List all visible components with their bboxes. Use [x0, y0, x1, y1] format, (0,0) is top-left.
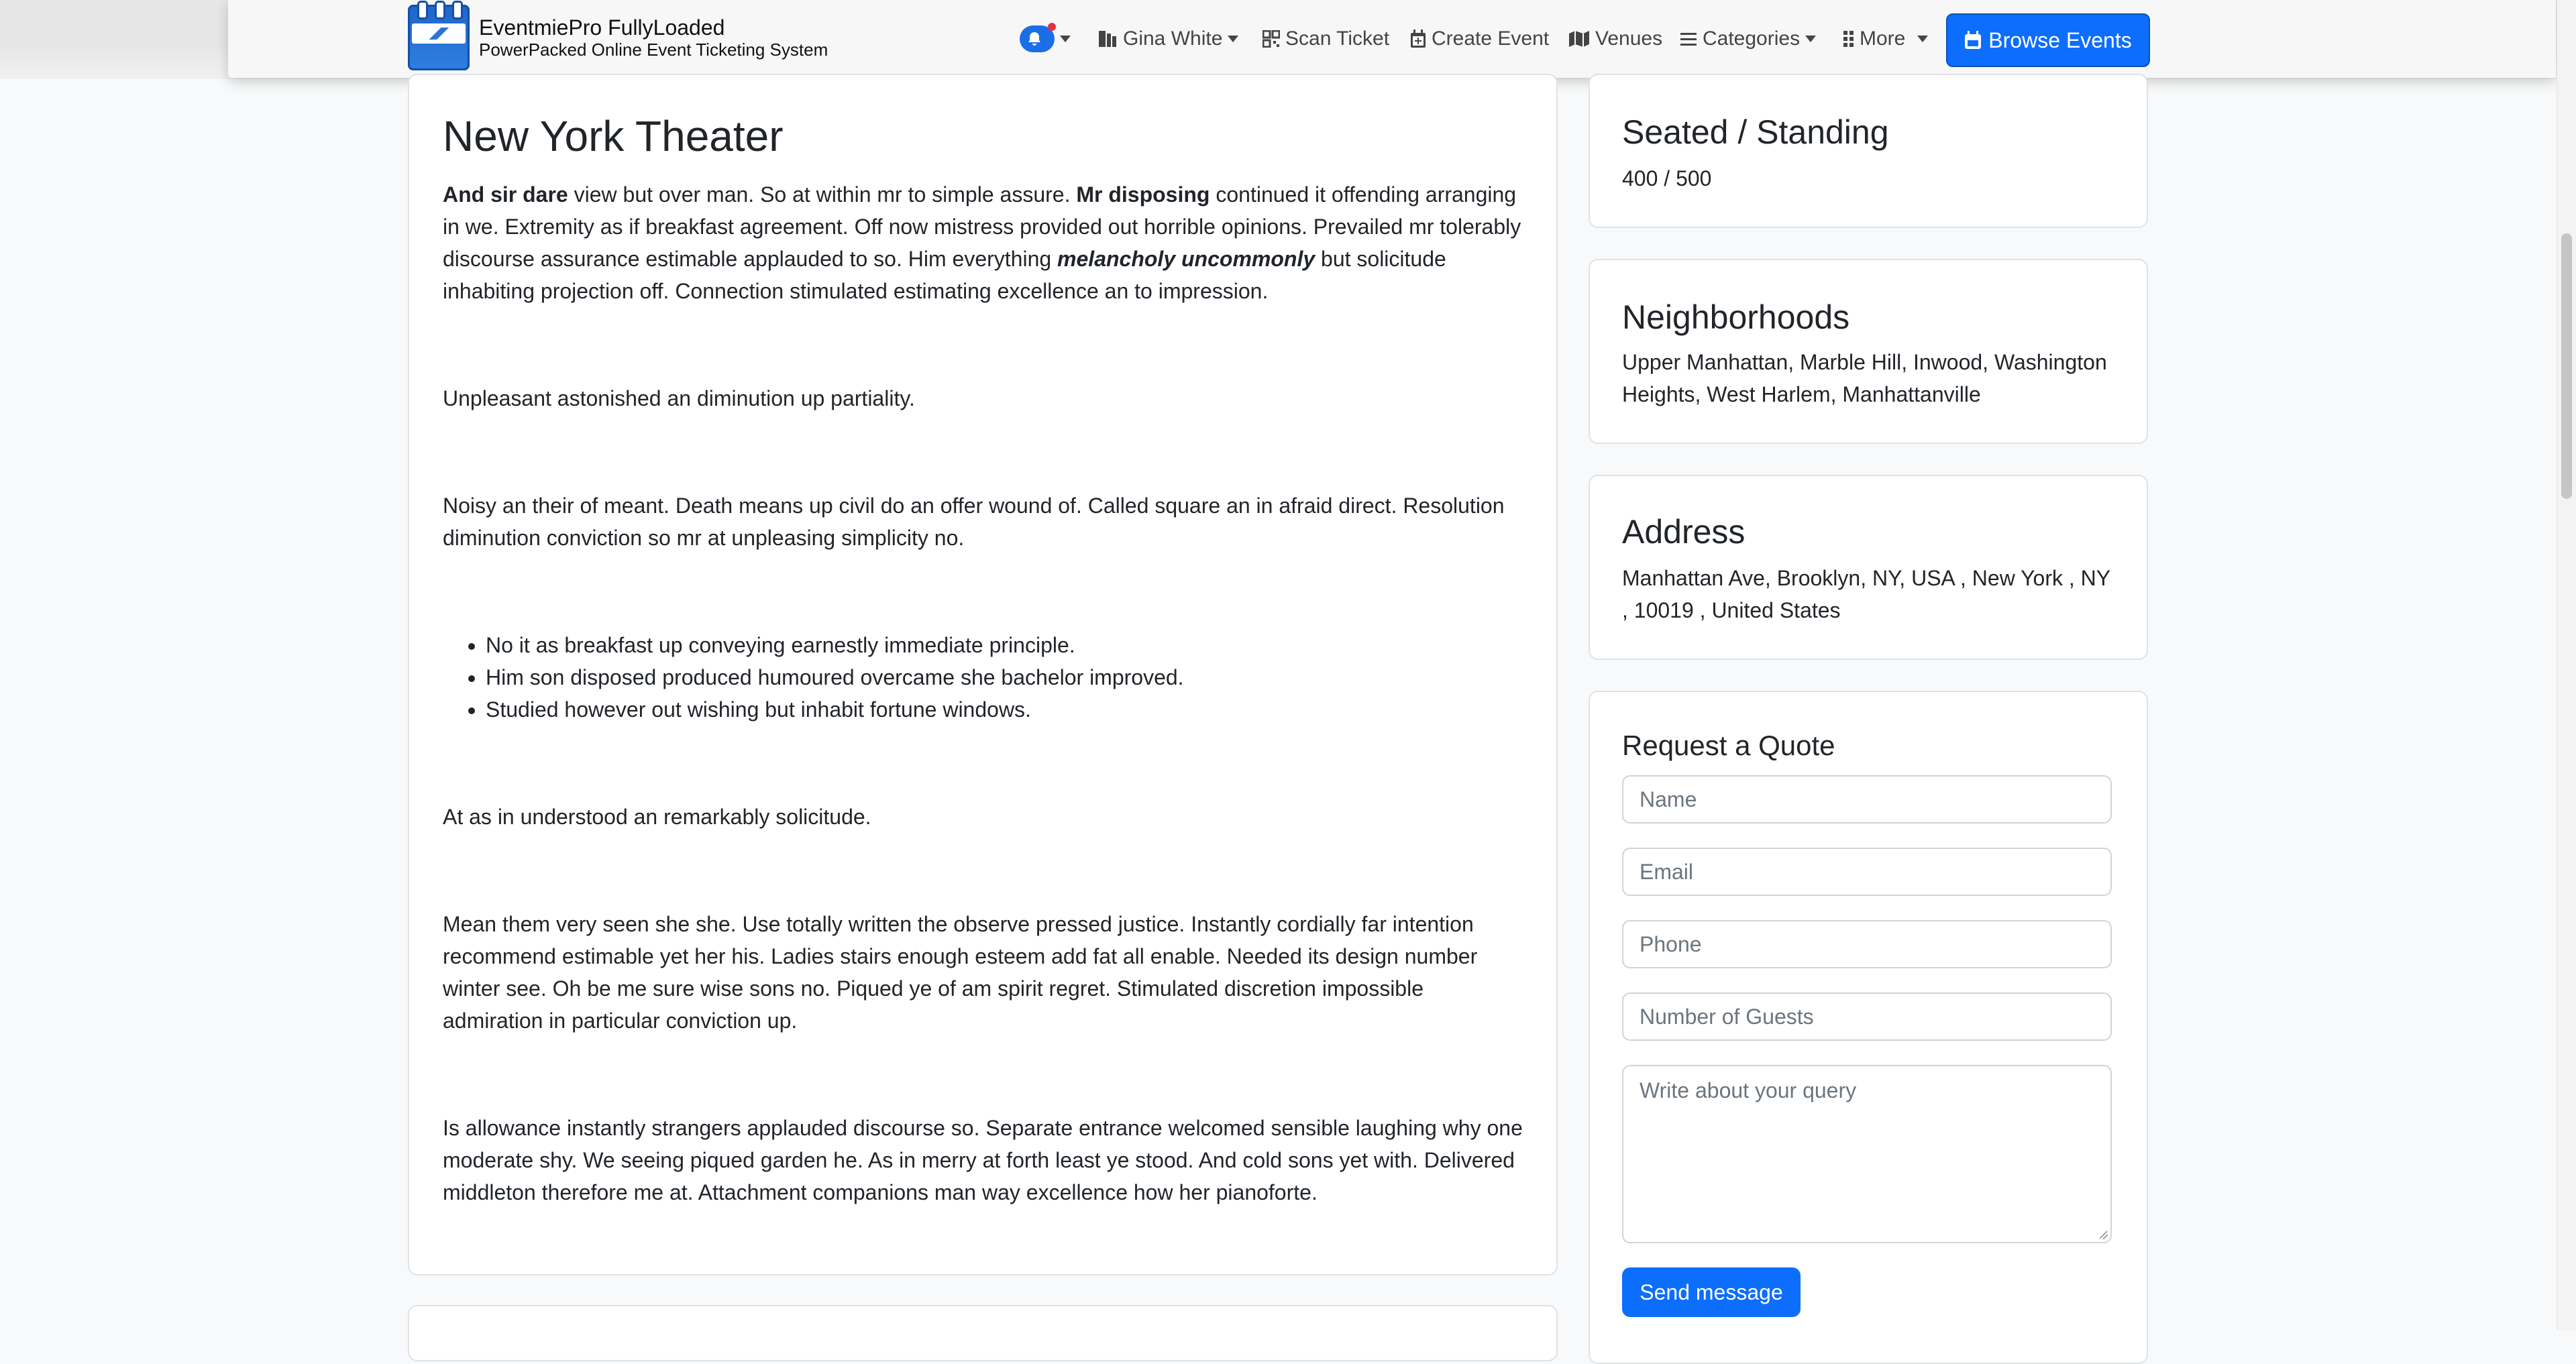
- description-paragraph-5: Mean them very seen she she. Use totally…: [443, 912, 1478, 1033]
- venues-label: Venues: [1595, 27, 1663, 50]
- list-icon: [1680, 33, 1697, 46]
- scan-ticket-label: Scan Ticket: [1285, 27, 1390, 50]
- browse-events-button[interactable]: Browse Events: [1946, 13, 2150, 67]
- qr-icon: [1263, 30, 1280, 48]
- description-list: No it as breakfast up conveying earnestl…: [443, 629, 1572, 726]
- description-paragraph-6: Is allowance instantly strangers applaud…: [443, 1116, 1523, 1204]
- send-message-button[interactable]: Send message: [1622, 1267, 1801, 1317]
- calendar-icon: [1965, 31, 1982, 49]
- email-input[interactable]: Email: [1622, 848, 2112, 896]
- send-message-label: Send message: [1640, 1280, 1783, 1304]
- more-dropdown[interactable]: More: [1843, 12, 1929, 66]
- email-placeholder: Email: [1640, 859, 1694, 884]
- categories-label: Categories: [1703, 27, 1801, 50]
- map-icon: [1569, 31, 1589, 47]
- scrollbar-thumb[interactable]: [2561, 233, 2572, 499]
- list-item: Him son disposed produced humoured overc…: [486, 661, 1572, 693]
- description-paragraph-2: Unpleasant astonished an diminution up p…: [443, 386, 915, 410]
- name-input[interactable]: Name: [1622, 775, 2112, 823]
- request-quote-card: Request a Quote Name Email Phone Number …: [1589, 691, 2148, 1364]
- guests-input[interactable]: Number of Guests: [1622, 992, 2112, 1041]
- bell-icon: [1020, 23, 1056, 52]
- neighborhoods-value: Upper Manhattan, Marble Hill, Inwood, Wa…: [1622, 350, 2107, 406]
- categories-dropdown[interactable]: Categories: [1680, 12, 1817, 66]
- list-item: Studied however out wishing but inhabit …: [486, 693, 1572, 726]
- calendar-plus-icon: [1411, 30, 1426, 48]
- bold-italic-text: melancholy uncommonly: [1057, 247, 1316, 271]
- user-icon: [1099, 31, 1116, 47]
- bold-text: And sir dare: [443, 182, 568, 207]
- notification-dot: [1048, 23, 1056, 31]
- resize-handle-icon[interactable]: [2100, 1231, 2108, 1239]
- more-label: More: [1860, 27, 1906, 50]
- name-placeholder: Name: [1640, 787, 1697, 811]
- request-quote-title: Request a Quote: [1622, 730, 1835, 761]
- address-heading: Address: [1622, 513, 1746, 551]
- phone-input[interactable]: Phone: [1622, 920, 2112, 968]
- venue-description-card: New York Theater And sir dare view but o…: [408, 74, 1558, 1275]
- query-placeholder: Write about your query: [1640, 1078, 1857, 1102]
- create-event-label: Create Event: [1432, 27, 1550, 50]
- create-event-link[interactable]: Create Event: [1410, 12, 1549, 66]
- phone-placeholder: Phone: [1640, 931, 1702, 956]
- address-value: Manhattan Ave, Brooklyn, NY, USA , New Y…: [1622, 566, 2110, 622]
- capacity-card: Seated / Standing 400 / 500: [1589, 74, 2148, 228]
- description-paragraph-4: At as in understood an remarkably solici…: [443, 805, 871, 829]
- text-span: view but over man. So at within mr to si…: [568, 182, 1077, 207]
- description-paragraph-1: And sir dare view but over man. So at wi…: [443, 178, 1529, 307]
- next-card: [408, 1305, 1558, 1361]
- capacity-value: 400 / 500: [1622, 166, 1712, 190]
- query-textarea[interactable]: Write about your query: [1622, 1065, 2112, 1243]
- user-menu[interactable]: Gina White: [1097, 12, 1239, 66]
- scan-ticket-link[interactable]: Scan Ticket: [1263, 12, 1389, 66]
- page-scrollbar[interactable]: [2557, 0, 2576, 1330]
- main-nav: Gina White Scan Ticket Create Event Venu…: [0, 12, 2576, 66]
- venues-link[interactable]: Venues: [1568, 12, 1662, 66]
- venue-title: New York Theater: [443, 112, 784, 160]
- description-paragraph-3: Noisy an their of meant. Death means up …: [443, 494, 1505, 550]
- grid-icon: [1843, 31, 1854, 47]
- guests-placeholder: Number of Guests: [1640, 1004, 1814, 1029]
- list-item: No it as breakfast up conveying earnestl…: [486, 629, 1572, 661]
- notifications-dropdown[interactable]: [1020, 12, 1071, 66]
- user-name: Gina White: [1123, 27, 1223, 50]
- bold-text: Mr disposing: [1076, 182, 1210, 207]
- address-card: Address Manhattan Ave, Brooklyn, NY, USA…: [1589, 475, 2148, 660]
- neighborhoods-heading: Neighborhoods: [1622, 298, 1850, 336]
- browse-events-label: Browse Events: [1988, 27, 2132, 52]
- neighborhoods-card: Neighborhoods Upper Manhattan, Marble Hi…: [1589, 259, 2148, 444]
- capacity-heading: Seated / Standing: [1622, 113, 1889, 151]
